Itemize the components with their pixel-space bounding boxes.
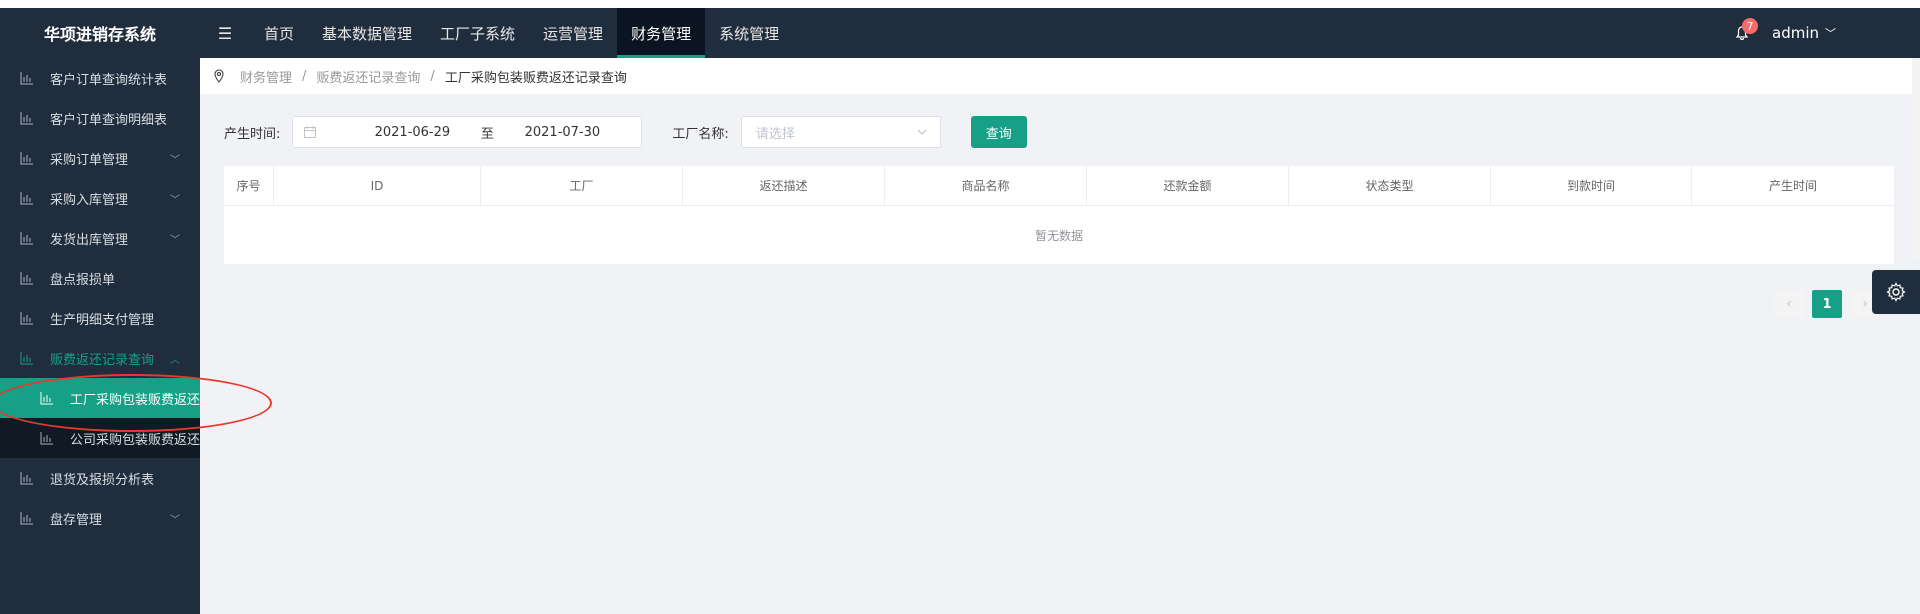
chart-icon xyxy=(20,271,34,285)
notification-badge: 7 xyxy=(1742,18,1758,34)
sidebar-item-label: 贩费返还记录查询 xyxy=(50,352,155,368)
results-table: 序号 ID 工厂 返还描述 商品名称 还款金额 状态类型 到款时间 产生时间 暂… xyxy=(224,166,1894,264)
chevron-down-icon: ﹀ xyxy=(170,154,180,166)
chart-icon xyxy=(20,511,34,525)
query-button[interactable]: 查询 xyxy=(970,116,1027,148)
user-name: admin xyxy=(1772,24,1819,42)
prev-page-button[interactable]: ‹ xyxy=(1774,290,1804,318)
date-start-input[interactable]: 2021-06-29 xyxy=(357,125,467,140)
app: 华项进销存系统 ☰ 首页 基本数据管理 工厂子系统 运营管理 财务管理 系统管理… xyxy=(0,8,1920,614)
chevron-down-icon xyxy=(917,129,927,135)
date-label: 产生时间: xyxy=(224,126,281,142)
topnav-factory[interactable]: 工厂子系统 xyxy=(426,8,529,58)
chart-icon xyxy=(40,431,54,445)
sidebar-item-stocktake[interactable]: 盘存管理 ﹀ xyxy=(0,498,200,538)
chart-icon xyxy=(20,471,34,485)
sidebar-item-purchase-order[interactable]: 采购订单管理 ﹀ xyxy=(0,138,200,178)
location-pin-icon xyxy=(212,69,226,83)
column-header[interactable]: 状态类型 xyxy=(1289,166,1491,205)
column-header[interactable]: 还款金额 xyxy=(1087,166,1289,205)
breadcrumb-separator: / xyxy=(430,68,435,84)
sidebar-item-label: 退货及报损分析表 xyxy=(50,472,155,488)
factory-select-placeholder: 请选择 xyxy=(755,126,795,142)
notification-button[interactable]: 7 xyxy=(1732,18,1758,43)
column-header[interactable]: 返还描述 xyxy=(683,166,885,205)
chevron-up-icon: ︿ xyxy=(170,354,180,366)
chart-icon xyxy=(20,231,34,245)
main-content: 财务管理 / 贩费返还记录查询 / 工厂采购包装贩费返还记录查询 产生时间: 2… xyxy=(200,58,1920,614)
app-title: 华项进销存系统 xyxy=(0,8,200,58)
sidebar-item-customer-order-stats[interactable]: 客户订单查询统计表 xyxy=(0,58,200,98)
sidebar-item-inventory-loss[interactable]: 盘点报损单 xyxy=(0,258,200,298)
chevron-down-icon: ﹀ xyxy=(170,194,180,206)
menu-toggle-button[interactable]: ☰ xyxy=(200,8,250,58)
sidebar: 客户订单查询统计表 客户订单查询明细表 采购订单管理 ﹀ 采购入库管理 ﹀ 发货… xyxy=(0,58,200,614)
chart-icon xyxy=(20,111,34,125)
chart-icon xyxy=(20,351,34,365)
column-header[interactable]: 商品名称 xyxy=(885,166,1087,205)
chart-icon xyxy=(20,311,34,325)
sidebar-item-label: 客户订单查询统计表 xyxy=(50,72,168,88)
scrollbar[interactable] xyxy=(1912,58,1920,258)
sidebar-item-label: 盘存管理 xyxy=(50,512,103,528)
date-range-picker[interactable]: 2021-06-29 至 2021-07-30 xyxy=(292,116,643,148)
chart-icon xyxy=(20,191,34,205)
sidebar-item-label: 客户订单查询明细表 xyxy=(50,112,168,128)
topnav-basic-data[interactable]: 基本数据管理 xyxy=(308,8,426,58)
sidebar-item-label: 工厂采购包装贩费返还 xyxy=(70,392,200,408)
settings-button[interactable] xyxy=(1872,270,1920,314)
top-nav: 首页 基本数据管理 工厂子系统 运营管理 财务管理 系统管理 xyxy=(250,8,793,58)
sidebar-item-label: 公司采购包装贩费返还 xyxy=(70,432,200,448)
topnav-system[interactable]: 系统管理 xyxy=(705,8,793,58)
factory-select[interactable]: 请选择 xyxy=(740,116,941,148)
column-header[interactable]: ID xyxy=(274,166,481,205)
sidebar-subitem-factory-rebate[interactable]: 工厂采购包装贩费返还 xyxy=(0,378,200,418)
table-header: 序号 ID 工厂 返还描述 商品名称 还款金额 状态类型 到款时间 产生时间 xyxy=(224,166,1894,206)
chevron-down-icon: ﹀ xyxy=(170,514,180,526)
gear-icon xyxy=(1886,282,1906,302)
sidebar-item-label: 生产明细支付管理 xyxy=(50,312,155,328)
sidebar-subitem-company-rebate[interactable]: 公司采购包装贩费返还 xyxy=(0,418,200,458)
chart-icon xyxy=(20,71,34,85)
topnav-finance[interactable]: 财务管理 xyxy=(617,8,706,58)
column-header[interactable]: 到款时间 xyxy=(1491,166,1692,205)
sidebar-item-customer-order-detail[interactable]: 客户订单查询明细表 xyxy=(0,98,200,138)
chart-icon xyxy=(40,391,54,405)
topbar-right: 7 admin ﹀ xyxy=(1732,8,1836,58)
topnav-operations[interactable]: 运营管理 xyxy=(529,8,617,58)
user-menu[interactable]: admin ﹀ xyxy=(1772,24,1836,42)
column-header[interactable]: 工厂 xyxy=(481,166,683,205)
filter-bar: 产生时间: 2021-06-29 至 2021-07-30 工厂名称: 请选择 … xyxy=(224,116,1027,148)
sidebar-item-label: 采购入库管理 xyxy=(50,192,129,208)
sidebar-item-return-loss-analysis[interactable]: 退货及报损分析表 xyxy=(0,458,200,498)
factory-label: 工厂名称: xyxy=(672,126,729,142)
sidebar-item-fee-rebate-query[interactable]: 贩费返还记录查询 ︿ xyxy=(0,338,200,378)
date-end-input[interactable]: 2021-07-30 xyxy=(507,125,617,140)
pagination: ‹ 1 › xyxy=(1774,290,1880,318)
column-header[interactable]: 序号 xyxy=(224,166,274,205)
page-number-current[interactable]: 1 xyxy=(1812,290,1842,318)
top-bar: 华项进销存系统 ☰ 首页 基本数据管理 工厂子系统 运营管理 财务管理 系统管理… xyxy=(0,8,1920,58)
column-header[interactable]: 产生时间 xyxy=(1692,166,1894,205)
breadcrumb-level2[interactable]: 贩费返还记录查询 xyxy=(316,67,420,86)
sidebar-item-label: 采购订单管理 xyxy=(50,152,129,168)
breadcrumb-level1[interactable]: 财务管理 xyxy=(240,67,292,86)
sidebar-item-delivery-outbound[interactable]: 发货出库管理 ﹀ xyxy=(0,218,200,258)
sidebar-item-purchase-inbound[interactable]: 采购入库管理 ﹀ xyxy=(0,178,200,218)
sidebar-item-production-payment[interactable]: 生产明细支付管理 xyxy=(0,298,200,338)
breadcrumb-current: 工厂采购包装贩费返还记录查询 xyxy=(444,70,627,86)
breadcrumb-separator: / xyxy=(302,68,307,84)
calendar-icon xyxy=(303,125,317,139)
chevron-down-icon: ﹀ xyxy=(1825,27,1836,40)
date-range-separator: 至 xyxy=(480,126,494,142)
chart-icon xyxy=(20,151,34,165)
sidebar-item-label: 发货出库管理 xyxy=(50,232,129,248)
breadcrumb: 财务管理 / 贩费返还记录查询 / 工厂采购包装贩费返还记录查询 xyxy=(200,58,1920,94)
empty-state: 暂无数据 xyxy=(1034,228,1083,243)
topnav-home[interactable]: 首页 xyxy=(250,8,308,58)
chevron-down-icon: ﹀ xyxy=(170,234,180,246)
sidebar-item-label: 盘点报损单 xyxy=(50,272,116,288)
